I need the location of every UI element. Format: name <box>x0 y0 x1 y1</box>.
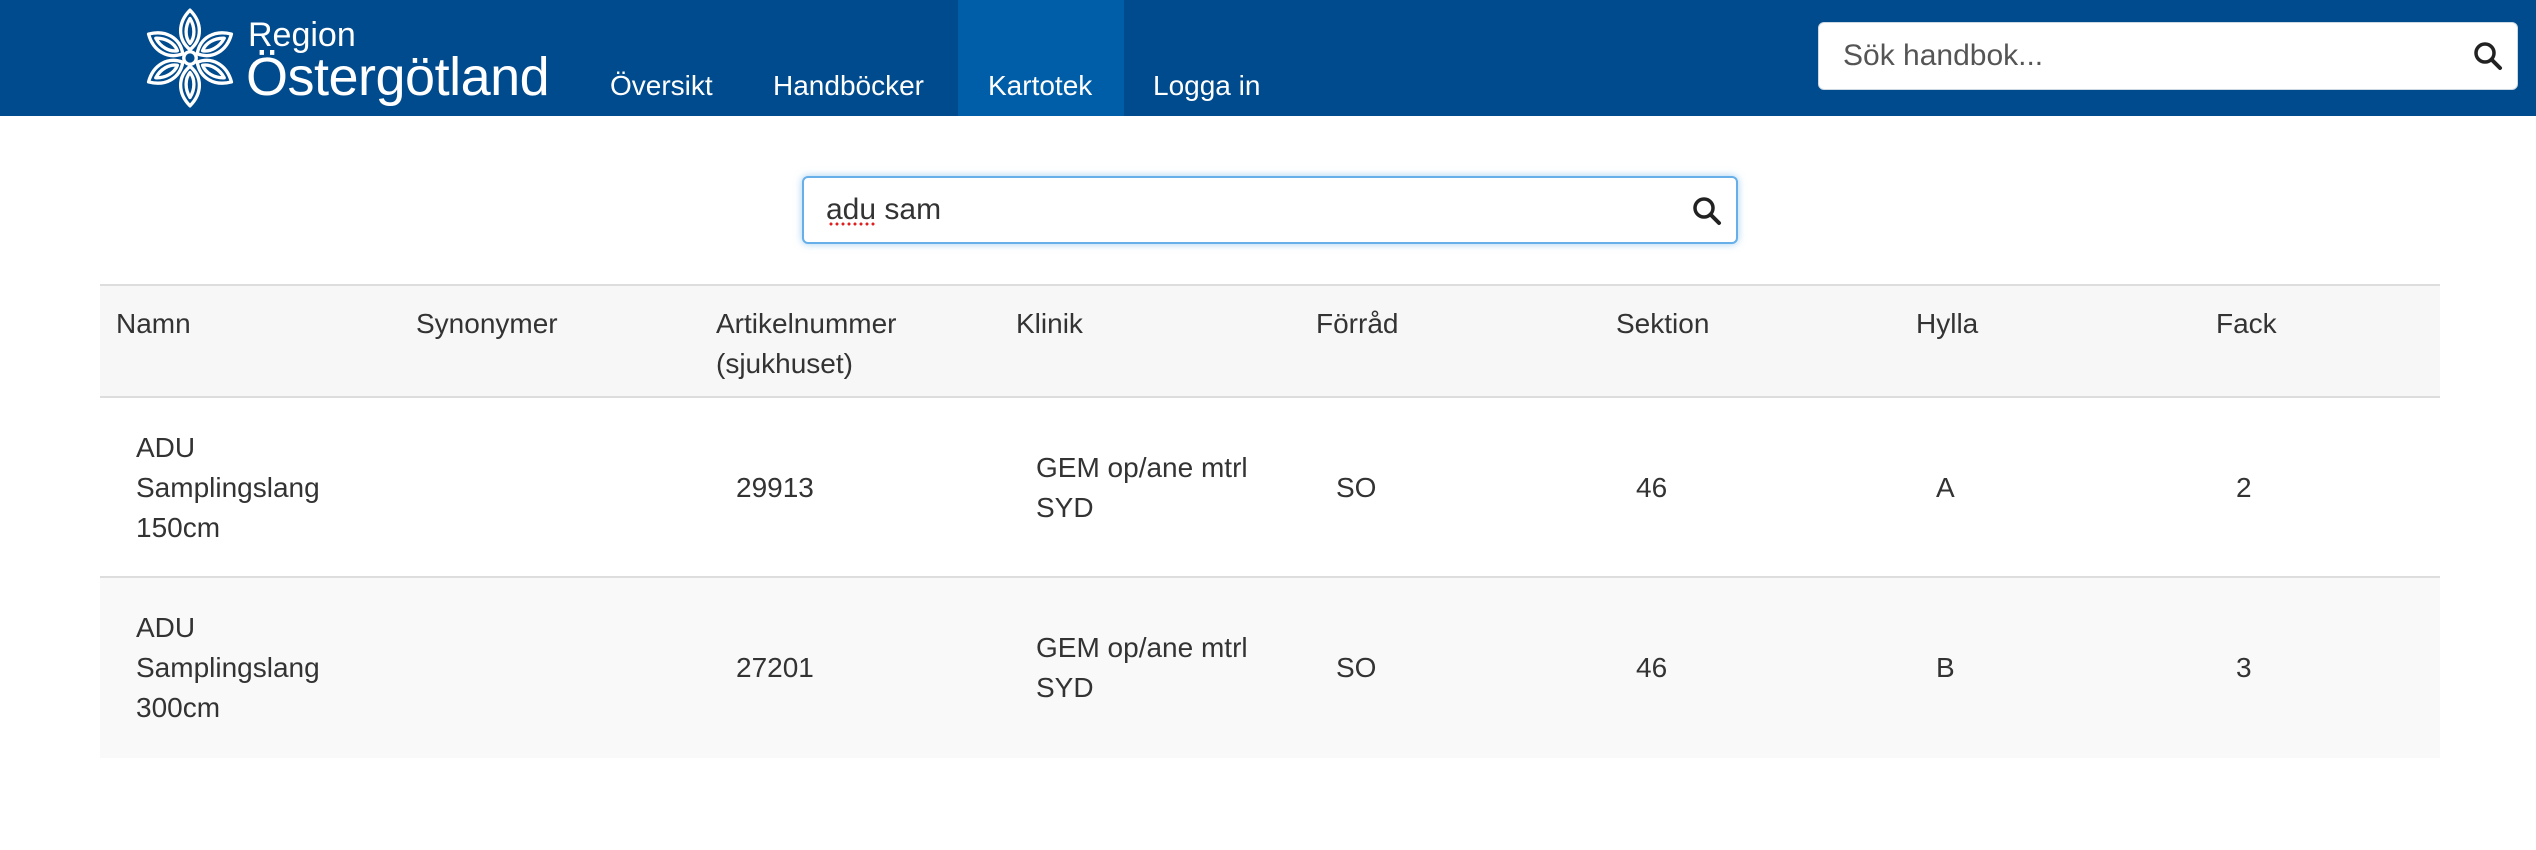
column-header-namn[interactable]: Namn <box>116 304 376 344</box>
column-header-hylla[interactable]: Hylla <box>1916 304 2176 344</box>
spellcheck-underline <box>828 222 876 226</box>
column-header-synonymer[interactable]: Synonymer <box>416 304 676 344</box>
flower-emblem-icon <box>142 8 238 108</box>
magnifier-icon <box>1693 197 1721 225</box>
handbook-search-button[interactable] <box>2457 23 2517 89</box>
nav-handbocker[interactable]: Handböcker <box>743 0 958 116</box>
cell-forrad: SO <box>1336 472 1377 503</box>
cell-fack: 2 <box>2236 472 2252 503</box>
cell-klinik: GEM op/ane mtrl SYD <box>1036 452 1248 523</box>
nav-kartotek[interactable]: Kartotek <box>958 0 1124 116</box>
kartotek-search-button[interactable] <box>1676 178 1736 244</box>
cell-artikelnummer: 29913 <box>736 472 814 503</box>
handbook-search <box>1818 22 2518 90</box>
cell-forrad: SO <box>1336 652 1377 683</box>
logo-text-ostergotland: Östergötland <box>246 47 550 107</box>
cell-artikelnummer: 27201 <box>736 652 814 683</box>
nav-logga-in-label: Logga in <box>1153 70 1261 101</box>
column-header-fack[interactable]: Fack <box>2216 304 2476 344</box>
nav-kartotek-label: Kartotek <box>988 70 1093 101</box>
nav-oversikt-label: Översikt <box>610 70 713 101</box>
table-row[interactable]: ADU Samplingslang 150cm 29913 GEM op/ane… <box>100 398 2440 578</box>
cell-hylla: A <box>1936 472 1955 503</box>
table-header: Namn Synonymer Artikelnummer (sjukhuset)… <box>100 284 2440 398</box>
kartotek-search <box>802 176 1738 244</box>
results-table: Namn Synonymer Artikelnummer (sjukhuset)… <box>100 284 2440 758</box>
column-header-klinik[interactable]: Klinik <box>1016 304 1276 344</box>
nav-logga-in[interactable]: Logga in <box>1123 0 1289 116</box>
table-row[interactable]: ADU Samplingslang 300cm 27201 GEM op/ane… <box>100 578 2440 758</box>
column-header-artikelnummer[interactable]: Artikelnummer (sjukhuset) <box>716 304 936 384</box>
column-header-forrad[interactable]: Förråd <box>1316 304 1576 344</box>
magnifier-icon <box>2474 42 2502 70</box>
cell-namn: ADU Samplingslang 300cm <box>136 612 320 723</box>
cell-sektion: 46 <box>1636 472 1668 503</box>
nav-oversikt[interactable]: Översikt <box>580 0 746 116</box>
cell-klinik: GEM op/ane mtrl SYD <box>1036 632 1248 703</box>
nav-handbocker-label: Handböcker <box>773 70 924 101</box>
column-header-sektion[interactable]: Sektion <box>1616 304 1876 344</box>
kartotek-search-input[interactable] <box>804 178 1664 242</box>
cell-fack: 3 <box>2236 652 2252 683</box>
cell-namn: ADU Samplingslang 150cm <box>136 432 320 543</box>
cell-hylla: B <box>1936 652 1955 683</box>
top-navigation-bar: Region Östergötland Översikt Handböcker … <box>0 0 2536 116</box>
cell-sektion: 46 <box>1636 652 1668 683</box>
handbook-search-input[interactable] <box>1819 23 2439 89</box>
